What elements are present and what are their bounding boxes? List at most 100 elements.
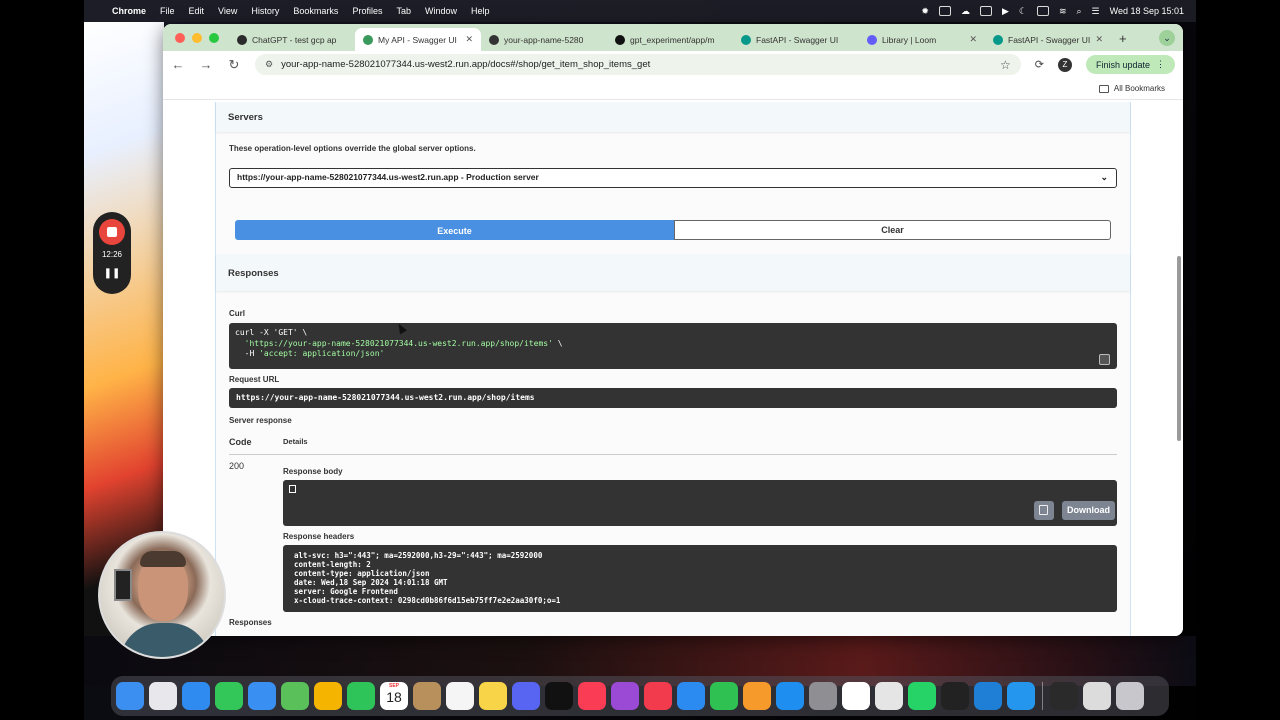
reminders-icon[interactable] (446, 682, 474, 710)
screen-thumbnail-icon[interactable] (1050, 682, 1078, 710)
chevron-down-icon[interactable]: ⌄ (1159, 30, 1175, 46)
menu-edit[interactable]: Edit (189, 6, 205, 16)
terminal-icon[interactable] (941, 682, 969, 710)
vscode-icon[interactable] (974, 682, 1002, 710)
photos-icon[interactable] (314, 682, 342, 710)
maps-icon[interactable] (281, 682, 309, 710)
appstore-icon[interactable] (776, 682, 804, 710)
reload-icon[interactable]: ↻ (227, 57, 241, 73)
window-thumbnail-icon[interactable] (1083, 682, 1111, 710)
site-info-icon[interactable]: ⚙ (265, 59, 273, 70)
minimize-window-button[interactable] (192, 32, 202, 43)
calendar-day: 18 (386, 689, 402, 705)
news-icon[interactable] (644, 682, 672, 710)
curl-code-block[interactable]: curl -X 'GET' \ 'https://your-app-name-5… (229, 323, 1117, 369)
extension-icon[interactable]: ⟳ (1035, 58, 1044, 71)
tab-chatgpt[interactable]: ChatGPT - test gcp ap (229, 28, 355, 51)
launchpad-icon[interactable] (149, 682, 177, 710)
menu-help[interactable]: Help (471, 6, 490, 16)
search-icon[interactable]: ⌕ (1076, 6, 1081, 17)
address-bar[interactable]: ⚙ your-app-name-528021077344.us-west2.ru… (255, 54, 1021, 75)
tab-github[interactable]: gpt_experiment/app/m (607, 28, 733, 51)
music-icon[interactable] (578, 682, 606, 710)
settings-icon[interactable] (809, 682, 837, 710)
finish-update-button[interactable]: Finish update ⋮ (1085, 55, 1175, 74)
control-center-icon[interactable]: ☰ (1092, 6, 1100, 17)
close-tab-icon[interactable]: ✕ (969, 34, 977, 45)
back-arrow-icon[interactable]: ← (171, 57, 185, 72)
execute-button[interactable]: Execute (235, 220, 674, 240)
contacts-icon[interactable] (413, 682, 441, 710)
macos-dock: SEP 18 (111, 676, 1169, 716)
menu-file[interactable]: File (160, 6, 175, 16)
url-text[interactable]: your-app-name-528021077344.us-west2.run.… (281, 59, 650, 70)
page-scrollbar[interactable] (1177, 256, 1181, 441)
tab-your-app[interactable]: your-app-name-5280 (481, 28, 607, 51)
numbers-icon[interactable] (710, 682, 738, 710)
tab-my-api-swagger[interactable]: My API - Swagger UI ✕ (355, 28, 481, 51)
menu-view[interactable]: View (218, 6, 237, 16)
download-button[interactable]: Download (1062, 501, 1115, 520)
clear-button[interactable]: Clear (674, 220, 1111, 240)
status-icons: ✹ ☁ ▶ ☾ ≋ ⌕ ☰ Wed 18 Sep 15:01 (921, 6, 1184, 17)
trash-icon[interactable] (1116, 682, 1144, 710)
menubar-clock[interactable]: Wed 18 Sep 15:01 (1110, 6, 1184, 16)
play-icon[interactable]: ▶ (1002, 6, 1009, 17)
profile-avatar[interactable]: Z (1057, 57, 1072, 72)
pages-icon[interactable] (743, 682, 771, 710)
discord-icon[interactable] (512, 682, 540, 710)
notion-status-icon[interactable] (979, 6, 992, 16)
docker-icon[interactable] (1007, 682, 1035, 710)
webcam-bubble[interactable] (98, 531, 226, 659)
keynote-icon[interactable] (677, 682, 705, 710)
notion-icon[interactable] (842, 682, 870, 710)
cloud-icon[interactable]: ☁ (961, 6, 970, 17)
menu-tab[interactable]: Tab (396, 6, 411, 16)
menu-profiles[interactable]: Profiles (352, 6, 382, 16)
copy-icon[interactable] (1099, 354, 1110, 365)
menu-bookmarks[interactable]: Bookmarks (293, 6, 338, 16)
bookmarks-bar: All Bookmarks (163, 78, 1183, 100)
podcasts-icon[interactable] (611, 682, 639, 710)
facetime-icon[interactable] (347, 682, 375, 710)
appletv-icon[interactable] (545, 682, 573, 710)
display-icon[interactable] (938, 6, 951, 16)
messages-icon[interactable] (215, 682, 243, 710)
tab-fastapi-2[interactable]: FastAPI - Swagger UI ✕ (985, 28, 1111, 51)
finder-icon[interactable] (116, 682, 144, 710)
notes-icon[interactable] (479, 682, 507, 710)
new-tab-button[interactable]: + (1119, 31, 1127, 46)
brightness-icon[interactable]: ✹ (921, 6, 929, 17)
bookmark-star-icon[interactable]: ☆ (1000, 58, 1011, 72)
safari-icon[interactable] (182, 682, 210, 710)
tab-loom[interactable]: Library | Loom ✕ (859, 28, 985, 51)
calendar-icon[interactable]: SEP 18 (380, 682, 408, 710)
server-select[interactable]: https://your-app-name-528021077344.us-we… (229, 168, 1117, 188)
close-tab-icon[interactable]: ✕ (465, 34, 473, 45)
copy-response-button[interactable] (1034, 501, 1054, 520)
more-vert-icon: ⋮ (1156, 59, 1165, 69)
close-window-button[interactable] (175, 32, 185, 43)
battery-icon[interactable] (1036, 6, 1049, 16)
response-body-block[interactable] (283, 480, 1117, 526)
menubar-app-name[interactable]: Chrome (112, 6, 146, 16)
browser-window: ChatGPT - test gcp ap My API - Swagger U… (163, 24, 1183, 636)
whatsapp-icon[interactable] (908, 682, 936, 710)
chrome-icon[interactable] (875, 682, 903, 710)
screen-recorder-widget: 12:26 ❚❚ (93, 212, 131, 294)
all-bookmarks-link[interactable]: All Bookmarks (1114, 84, 1165, 93)
server-response-label: Server response (229, 416, 292, 425)
tab-fastapi-1[interactable]: FastAPI - Swagger UI (733, 28, 859, 51)
mail-icon[interactable] (248, 682, 276, 710)
stop-recording-button[interactable] (99, 219, 125, 245)
response-headers-block[interactable]: alt-svc: h3=":443"; ma=2592000,h3-29=":4… (283, 545, 1117, 612)
request-url-value[interactable]: https://your-app-name-528021077344.us-we… (229, 388, 1117, 408)
menu-window[interactable]: Window (425, 6, 457, 16)
close-tab-icon[interactable]: ✕ (1095, 34, 1103, 45)
zoom-window-button[interactable] (209, 32, 219, 43)
pause-icon[interactable]: ❚❚ (93, 268, 131, 279)
menu-history[interactable]: History (251, 6, 279, 16)
moon-icon[interactable]: ☾ (1019, 6, 1027, 17)
forward-arrow-icon[interactable]: → (199, 57, 213, 72)
wifi-icon[interactable]: ≋ (1059, 6, 1067, 17)
